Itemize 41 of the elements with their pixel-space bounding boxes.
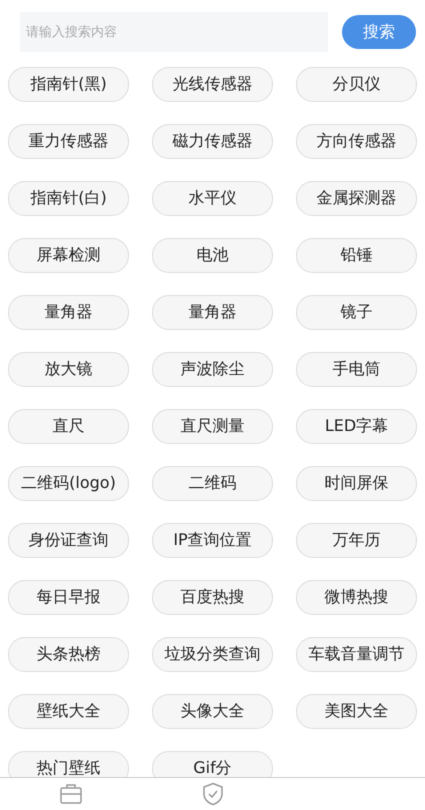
tool-button[interactable]: 水平仪 — [152, 181, 273, 216]
tool-button[interactable]: 头条热榜 — [8, 637, 129, 672]
tool-button[interactable]: 直尺测量 — [152, 409, 273, 444]
tool-button[interactable]: 垃圾分类查询 — [152, 637, 273, 672]
tool-button[interactable]: 放大镜 — [8, 352, 129, 387]
tool-button[interactable]: 屏幕检测 — [8, 238, 129, 273]
tool-button[interactable]: IP查询位置 — [152, 523, 273, 558]
tool-button[interactable]: 美图大全 — [296, 694, 417, 729]
tool-button[interactable]: 分贝仪 — [296, 67, 417, 102]
tool-button[interactable]: 二维码 — [152, 466, 273, 501]
tool-button[interactable]: 电池 — [152, 238, 273, 273]
tool-button[interactable]: 时间屏保 — [296, 466, 417, 501]
tool-button[interactable]: 二维码(logo) — [8, 466, 129, 501]
tool-button[interactable]: 头像大全 — [152, 694, 273, 729]
tool-button[interactable]: 量角器 — [8, 295, 129, 330]
tool-button[interactable]: 光线传感器 — [152, 67, 273, 102]
search-field[interactable]: 请输入搜索内容 — [20, 12, 328, 52]
tool-button[interactable]: 身份证查询 — [8, 523, 129, 558]
tool-button[interactable]: 每日早报 — [8, 580, 129, 615]
tool-button[interactable]: 指南针(白) — [8, 181, 129, 216]
tool-button[interactable]: 金属探测器 — [296, 181, 417, 216]
tool-button[interactable]: 铅锤 — [296, 238, 417, 273]
tool-button[interactable]: LED字幕 — [296, 409, 417, 444]
shield-icon[interactable] — [202, 782, 224, 806]
tool-button[interactable]: 指南针(黑) — [8, 67, 129, 102]
tool-button[interactable]: 万年历 — [296, 523, 417, 558]
tool-button[interactable]: 方向传感器 — [296, 124, 417, 159]
tool-button[interactable]: 量角器 — [152, 295, 273, 330]
tool-button[interactable]: 热门壁纸 — [8, 751, 129, 777]
tool-button[interactable]: 直尺 — [8, 409, 129, 444]
tool-button[interactable]: 磁力传感器 — [152, 124, 273, 159]
tool-button[interactable]: 壁纸大全 — [8, 694, 129, 729]
tool-button[interactable]: Gif分 — [152, 751, 273, 777]
tool-button[interactable]: 微博热搜 — [296, 580, 417, 615]
tool-button[interactable]: 重力传感器 — [8, 124, 129, 159]
tool-button[interactable]: 车载音量调节 — [296, 637, 417, 672]
tool-button[interactable]: 百度热搜 — [152, 580, 273, 615]
briefcase-icon[interactable] — [59, 783, 83, 805]
tool-button[interactable]: 手电筒 — [296, 352, 417, 387]
tool-button[interactable]: 镜子 — [296, 295, 417, 330]
tool-button[interactable]: 声波除尘 — [152, 352, 273, 387]
